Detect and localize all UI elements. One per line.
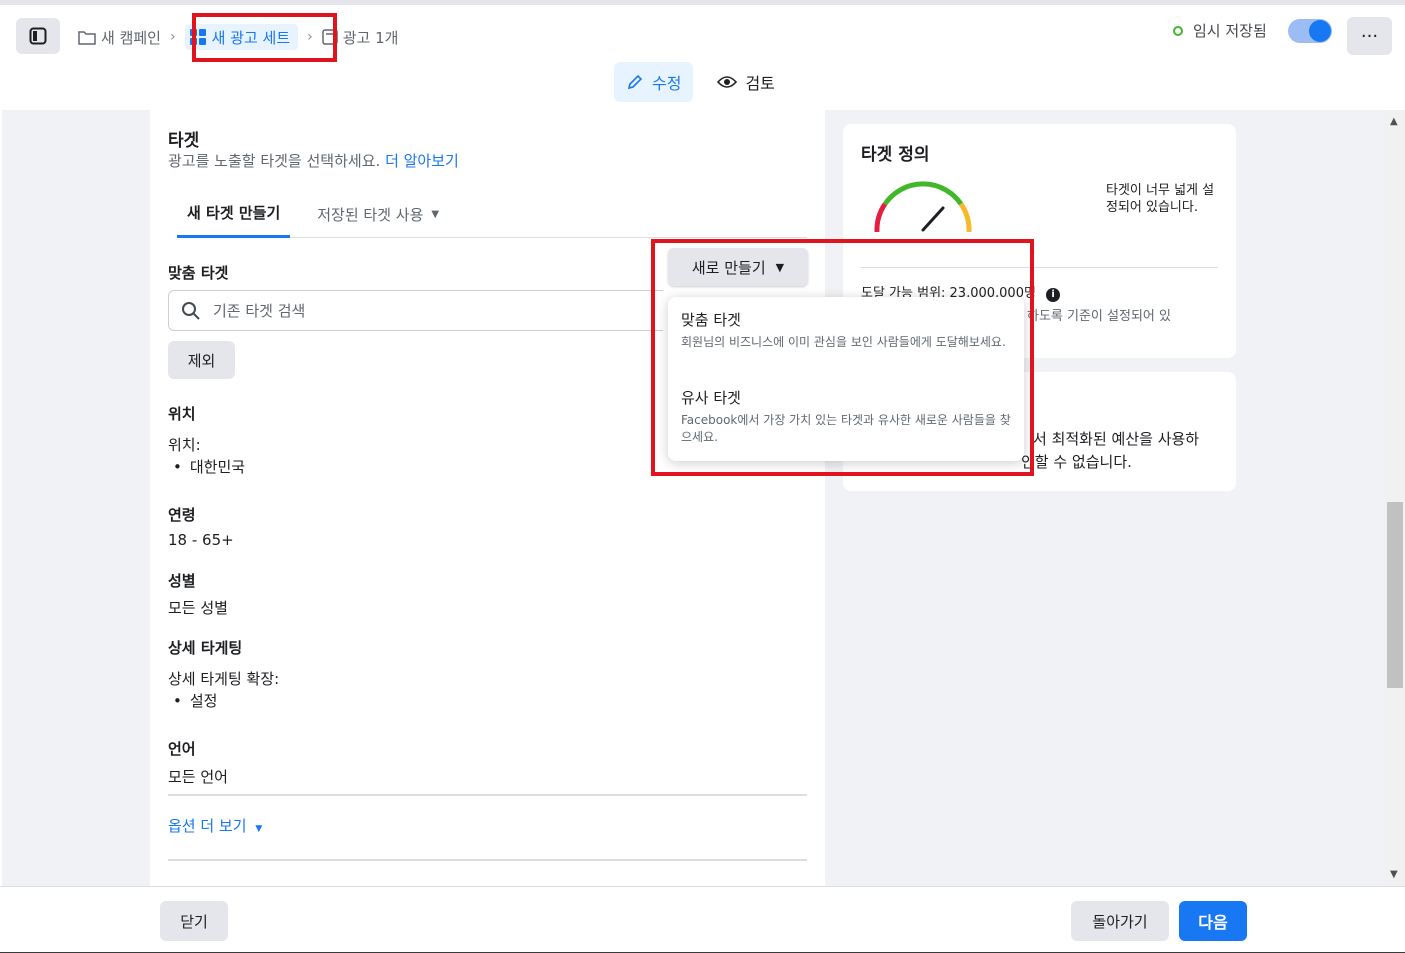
definition-title: 타겟 정의 [861,145,930,165]
menu-item-custom-audience[interactable]: 맞춤 타겟 회원님의 비즈니스에 이미 관심을 보인 사람들에게 도달해보세요. [681,309,1016,351]
menu-item-lookalike-audience[interactable]: 유사 타겟 Facebook에서 가장 가치 있는 타겟과 유사한 새로운 사람… [681,387,1016,446]
age-label: 연령 [168,506,196,524]
audience-title: 타겟 [168,131,200,151]
save-status-text: 임시 저장됨 [1193,22,1267,40]
top-bar: 새 캠페인 › 새 광고 세트 › 광고 1개 임시 저장됨 ··· 수정 검토 [0,10,1405,110]
tab-new-audience[interactable]: 새 타겟 만들기 [177,190,291,238]
divider [861,267,1218,268]
chevron-right-icon: › [169,29,176,45]
tab-saved-audience-label: 저장된 타겟 사용 [317,205,424,224]
search-placeholder: 기존 타겟 검색 [213,302,306,320]
bullet: • [173,458,182,476]
tab-review[interactable]: 검토 [705,62,786,102]
sidebar-toggle-button[interactable] [16,18,60,54]
more-options-label: 옵션 더 보기 [168,817,247,835]
tab-review-label: 검토 [745,74,775,93]
vertical-scrollbar[interactable]: ▲ ▼ [1385,110,1405,886]
detailed-targeting-value-text: 설정 [189,692,218,710]
bullet: • [173,692,182,710]
audience-card: 타겟 광고를 노출할 타겟을 선택하세요. 더 알아보기 새 타겟 만들기 저장… [150,110,825,886]
learn-more-link[interactable]: 더 알아보기 [385,152,459,170]
search-icon [182,301,200,320]
tab-saved-audience[interactable]: 저장된 타겟 사용 ▼ [307,190,449,238]
language-value: 모든 언어 [168,768,228,786]
age-value: 18 - 65+ [168,531,234,549]
chevron-right-icon: › [307,29,313,45]
menu-item-title: 맞춤 타겟 [681,311,741,329]
more-options-button[interactable]: ··· [1347,17,1392,55]
budget-notice-line2: 인할 수 없습니다. [1021,453,1132,471]
location-value-text: 대한민국 [189,458,246,476]
language-label: 언어 [168,740,196,758]
breadcrumb: 새 캠페인 › 새 광고 세트 › 광고 1개 [78,24,398,50]
divider [168,859,807,861]
eye-icon [717,76,738,88]
custom-audience-label: 맞춤 타겟 [168,264,229,282]
detailed-targeting-label: 상세 타게팅 [168,639,243,657]
breadcrumb-adset[interactable]: 새 광고 세트 [184,24,299,50]
breadcrumb-adset-label: 새 광고 세트 [211,28,291,47]
audience-search-input[interactable]: 기존 타겟 검색 [168,290,663,331]
audience-size-gauge [874,181,972,233]
pencil-icon [627,74,643,90]
grid-icon [189,29,206,45]
caret-down-icon: ▼ [431,208,440,220]
more-options-link[interactable]: 옵션 더 보기 ▼ [168,815,262,836]
detailed-targeting-value: • 설정 [168,690,217,711]
next-button[interactable]: 다음 [1179,901,1247,941]
budget-notice-line1: 서 최적화된 예산을 사용하 [1033,430,1200,448]
divider [168,794,807,796]
detailed-targeting-sub: 상세 타게팅 확장: [168,670,280,688]
reach-note: 하도록 기준이 설정되어 있 [1027,309,1171,324]
gender-label: 성별 [168,572,196,590]
exclude-button[interactable]: 제외 [168,341,235,379]
save-status: 임시 저장됨 [1173,20,1267,41]
breadcrumb-ad[interactable]: 광고 1개 [321,24,399,50]
caret-down-icon: ▼ [255,824,263,834]
tab-edit-label: 수정 [652,74,682,93]
mode-tabs: 수정 검토 [614,62,787,102]
status-dot-icon [1173,25,1183,36]
audience-description-text: 광고를 노출할 타겟을 선택하세요. [168,152,381,170]
breadcrumb-campaign-label: 새 캠페인 [101,28,161,47]
location-label: 위치 [168,405,196,423]
tab-edit[interactable]: 수정 [614,62,694,102]
create-new-menu: 맞춤 타겟 회원님의 비즈니스에 이미 관심을 보인 사람들에게 도달해보세요.… [668,297,1024,461]
footer-bar: 닫기 돌아가기 다음 [0,886,1405,952]
breadcrumb-ad-label: 광고 1개 [342,28,399,47]
create-new-label: 새로 만들기 [691,258,766,277]
more-icon: ··· [1360,25,1379,47]
scroll-thumb[interactable] [1387,502,1403,688]
ad-icon [321,29,338,45]
location-sub: 위치: [168,436,201,454]
app-frame: 새 캠페인 › 새 광고 세트 › 광고 1개 임시 저장됨 ··· 수정 검토… [0,0,1405,953]
scroll-up-icon[interactable]: ▲ [1390,116,1398,127]
definition-warning: 타겟이 너무 넓게 설정되어 있습니다. [1106,183,1215,215]
create-new-button[interactable]: 새로 만들기 ▼ [668,248,808,286]
menu-item-desc: 회원님의 비즈니스에 이미 관심을 보인 사람들에게 도달해보세요. [681,335,1006,349]
gender-value: 모든 성별 [168,599,228,617]
info-icon[interactable]: i [1046,288,1061,302]
back-button[interactable]: 돌아가기 [1071,901,1169,941]
sidebar-panel-icon [29,27,47,45]
scroll-down-icon[interactable]: ▼ [1390,869,1398,880]
folder-icon [78,30,96,45]
view-toggle[interactable] [1288,19,1332,43]
caret-down-icon: ▼ [775,260,785,274]
location-value: • 대한민국 [168,456,245,477]
audience-tabs: 새 타겟 만들기 저장된 타겟 사용 ▼ [177,190,807,238]
editor-canvas: 타겟 광고를 노출할 타겟을 선택하세요. 더 알아보기 새 타겟 만들기 저장… [2,110,1385,886]
menu-item-title: 유사 타겟 [681,389,741,407]
close-button[interactable]: 닫기 [160,901,228,941]
toggle-knob [1309,20,1331,42]
breadcrumb-campaign[interactable]: 새 캠페인 [78,24,161,50]
audience-description: 광고를 노출할 타겟을 선택하세요. 더 알아보기 [168,150,459,171]
menu-item-desc: Facebook에서 가장 가치 있는 타겟과 유사한 새로운 사람들을 찾으세… [681,413,1011,444]
